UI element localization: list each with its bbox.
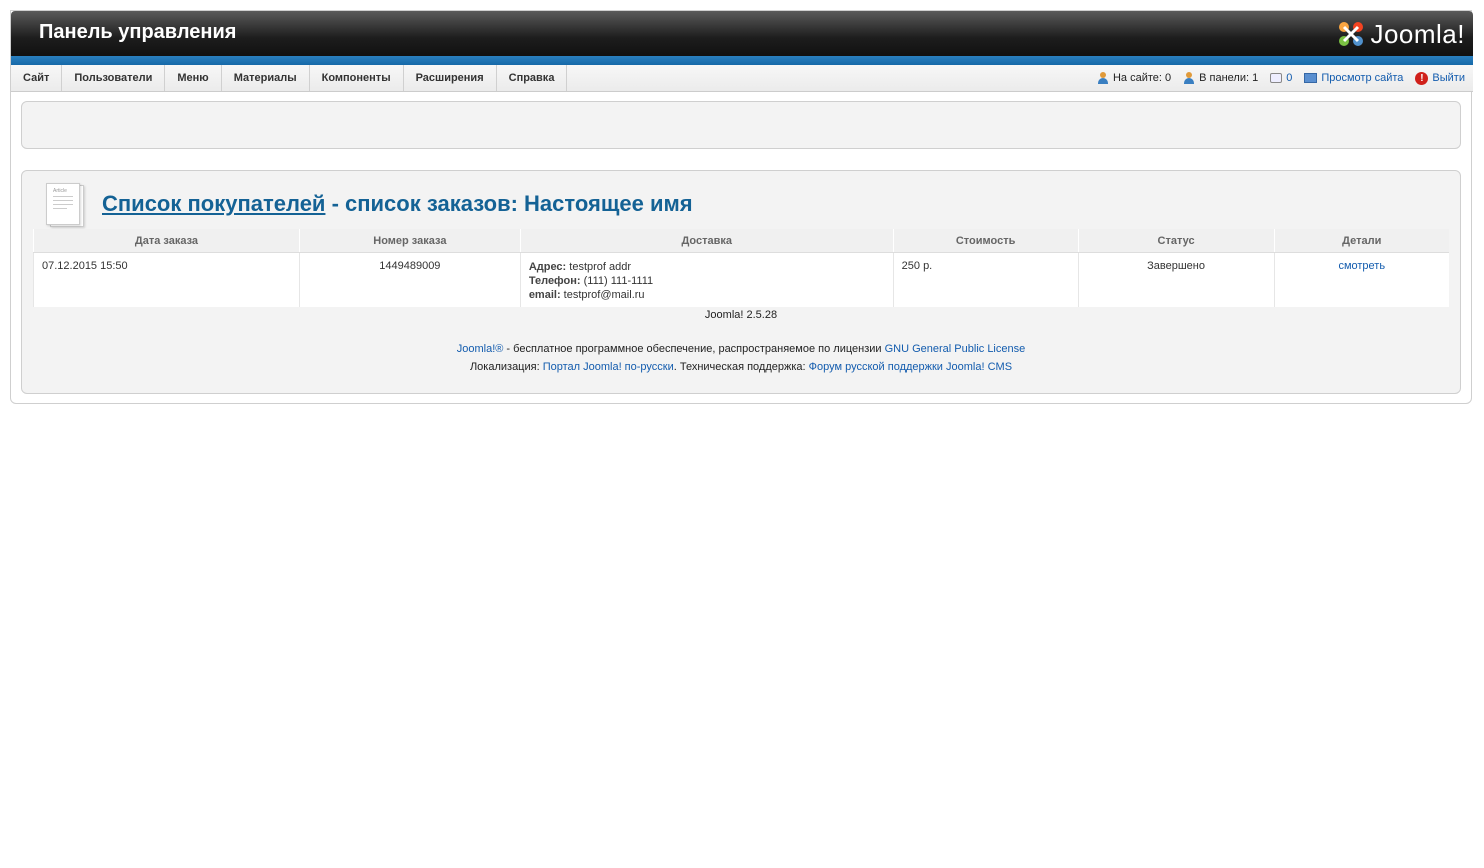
phone-value: (111) 111-1111 [583, 275, 654, 287]
user-icon [1097, 72, 1109, 84]
joomla-logo-icon [1339, 22, 1364, 46]
footer-support-line: Локализация: Портал Joomla! по-русски. Т… [22, 358, 1460, 376]
phone-label: Телефон: [528, 275, 581, 287]
orders-table: Дата заказа Номер заказа Доставка Стоимо… [33, 229, 1449, 307]
header-bar: Панель управления Joomla! [11, 11, 1473, 56]
view-site-link[interactable]: Просмотр сайта [1304, 72, 1403, 84]
logout-link[interactable]: ! Выйти [1415, 71, 1465, 85]
menu-item-content[interactable]: Материалы [222, 65, 310, 91]
joomla-link[interactable]: Joomla!® [457, 343, 504, 355]
table-header-row: Дата заказа Номер заказа Доставка Стоимо… [33, 229, 1449, 253]
menu-item-help[interactable]: Справка [497, 65, 568, 91]
accent-bar [11, 56, 1473, 65]
toolbar-box [21, 101, 1461, 149]
license-text: - бесплатное программное обеспечение, ра… [503, 343, 885, 355]
table-row: 07.12.2015 15:50 1449489009 Адрес: testp… [33, 252, 1449, 307]
header-title: Панель управления [39, 21, 237, 43]
column-header-number[interactable]: Номер заказа [298, 229, 521, 253]
page-title-rest: - список заказов: Настоящее имя [325, 191, 693, 216]
email-value: testprof@mail.ru [563, 289, 645, 301]
column-header-delivery[interactable]: Доставка [519, 229, 894, 253]
users-on-site: На сайте: 0 [1097, 72, 1171, 84]
content-box: Article Список покупателей - список зака… [21, 170, 1461, 394]
view-site-label: Просмотр сайта [1321, 72, 1404, 84]
users-on-site-label: На сайте: 0 [1112, 72, 1172, 84]
users-in-panel: В панели: 1 [1183, 72, 1258, 84]
column-header-date[interactable]: Дата заказа [33, 229, 300, 253]
localization-label: Локализация: [469, 361, 543, 373]
order-cost: 250 р. [892, 252, 1079, 307]
column-header-status[interactable]: Статус [1077, 229, 1275, 253]
messages-count: 0 [1286, 72, 1293, 84]
menu-item-extensions[interactable]: Расширения [404, 65, 497, 91]
status-area: На сайте: 0 В панели: 1 0 Просмотр сайта… [1097, 65, 1465, 91]
view-order-link[interactable]: смотреть [1338, 260, 1385, 272]
email-label: email: [528, 289, 561, 301]
gpl-link[interactable]: GNU General Public License [885, 343, 1026, 355]
order-details-cell: смотреть [1273, 252, 1449, 307]
support-label: . Техническая поддержка: [673, 361, 809, 373]
admin-page: Панель управления Joomla! Сайт Пользоват… [10, 10, 1473, 404]
order-date: 07.12.2015 15:50 [33, 252, 300, 307]
article-icon: Article [44, 183, 84, 227]
users-in-panel-label: В панели: 1 [1199, 72, 1259, 84]
logout-icon: ! [1415, 71, 1429, 85]
joomla-logo-text: Joomla! [1370, 18, 1465, 49]
footer: Joomla!® - бесплатное программное обеспе… [22, 340, 1460, 376]
page-title: Список покупателей - список заказов: Нас… [102, 191, 693, 217]
order-number: 1449489009 [298, 252, 521, 307]
version-text: Joomla! 2.5.28 [704, 309, 778, 321]
customers-list-link[interactable]: Список покупателей [102, 191, 325, 216]
column-header-details[interactable]: Детали [1273, 229, 1449, 253]
portal-link[interactable]: Портал Joomla! по-русски [543, 361, 674, 373]
order-delivery: Адрес: testprof addr Телефон: (111) 111-… [519, 252, 894, 307]
footer-license-line: Joomla!® - бесплатное программное обеспе… [22, 340, 1460, 358]
joomla-logo: Joomla! [1336, 17, 1465, 51]
menu-bar: Сайт Пользователи Меню Материалы Компоне… [11, 65, 1473, 92]
column-header-cost[interactable]: Стоимость [892, 229, 1079, 253]
address-label: Адрес: [528, 261, 567, 273]
logout-label: Выйти [1432, 72, 1465, 84]
main-menu: Сайт Пользователи Меню Материалы Компоне… [11, 65, 568, 91]
order-status: Завершено [1077, 252, 1275, 307]
messages-link[interactable]: 0 [1270, 72, 1292, 84]
menu-item-site[interactable]: Сайт [11, 65, 63, 91]
menu-item-users[interactable]: Пользователи [62, 65, 166, 91]
view-site-icon [1304, 73, 1318, 83]
menu-item-components[interactable]: Компоненты [310, 65, 404, 91]
article-icon-label: Article [53, 188, 67, 194]
menu-item-menus[interactable]: Меню [165, 65, 222, 91]
admin-user-icon [1183, 72, 1195, 84]
forum-link[interactable]: Форум русской поддержки Joomla! CMS [809, 361, 1012, 373]
message-icon [1270, 73, 1283, 83]
address-value: testprof addr [569, 261, 632, 273]
